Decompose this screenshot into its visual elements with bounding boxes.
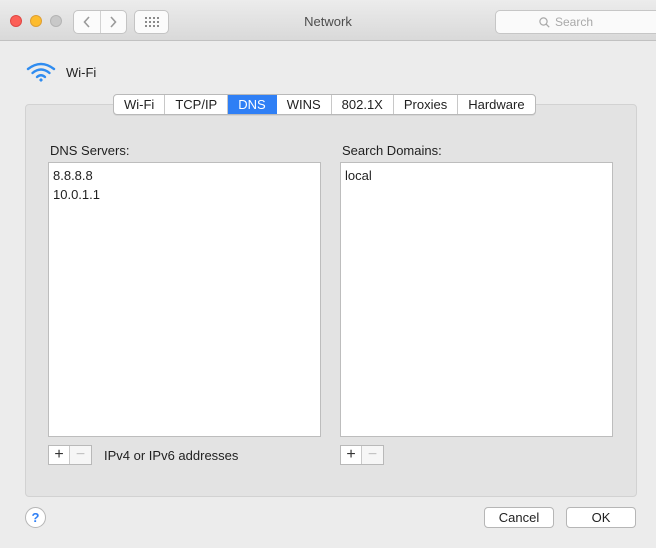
tab-wins[interactable]: WINS bbox=[277, 95, 332, 114]
dns-hint: IPv4 or IPv6 addresses bbox=[104, 448, 239, 463]
dns-servers-list[interactable]: 8.8.8.8 10.0.1.1 bbox=[48, 162, 321, 437]
tab-tcpip[interactable]: TCP/IP bbox=[165, 95, 229, 114]
ok-button[interactable]: OK bbox=[566, 507, 636, 528]
list-item[interactable]: 10.0.1.1 bbox=[49, 185, 320, 204]
remove-search-domain-button[interactable]: − bbox=[362, 446, 383, 464]
tab-wifi[interactable]: Wi-Fi bbox=[114, 95, 166, 114]
list-item[interactable]: local bbox=[341, 166, 612, 185]
search-input[interactable]: Search bbox=[495, 10, 656, 34]
service-name: Wi-Fi bbox=[66, 64, 97, 80]
add-search-domain-button[interactable]: + bbox=[341, 446, 362, 464]
cancel-button[interactable]: Cancel bbox=[484, 507, 554, 528]
tab-8021x[interactable]: 802.1X bbox=[332, 95, 394, 114]
add-dns-server-button[interactable]: + bbox=[49, 446, 70, 464]
title-bar: Network Search bbox=[0, 0, 656, 41]
tab-hardware[interactable]: Hardware bbox=[458, 95, 534, 114]
network-window: Network Search Wi-Fi Wi-Fi TCP/IP DNS WI… bbox=[0, 0, 656, 548]
tab-dns[interactable]: DNS bbox=[228, 95, 277, 114]
service-header: Wi-Fi bbox=[26, 62, 96, 82]
search-domains-label: Search Domains: bbox=[342, 143, 442, 158]
search-placeholder: Search bbox=[555, 15, 594, 29]
domains-add-remove-control: + − bbox=[340, 445, 384, 465]
list-item[interactable]: 8.8.8.8 bbox=[49, 166, 320, 185]
tab-proxies[interactable]: Proxies bbox=[394, 95, 459, 114]
search-icon bbox=[539, 16, 550, 28]
tab-bar: Wi-Fi TCP/IP DNS WINS 802.1X Proxies Har… bbox=[113, 94, 536, 115]
wifi-icon bbox=[26, 62, 56, 82]
dns-add-remove-control: + − bbox=[48, 445, 92, 465]
remove-dns-server-button[interactable]: − bbox=[70, 446, 91, 464]
search-domains-list[interactable]: local bbox=[340, 162, 613, 437]
dns-servers-label: DNS Servers: bbox=[50, 143, 130, 158]
help-button[interactable]: ? bbox=[25, 507, 46, 528]
